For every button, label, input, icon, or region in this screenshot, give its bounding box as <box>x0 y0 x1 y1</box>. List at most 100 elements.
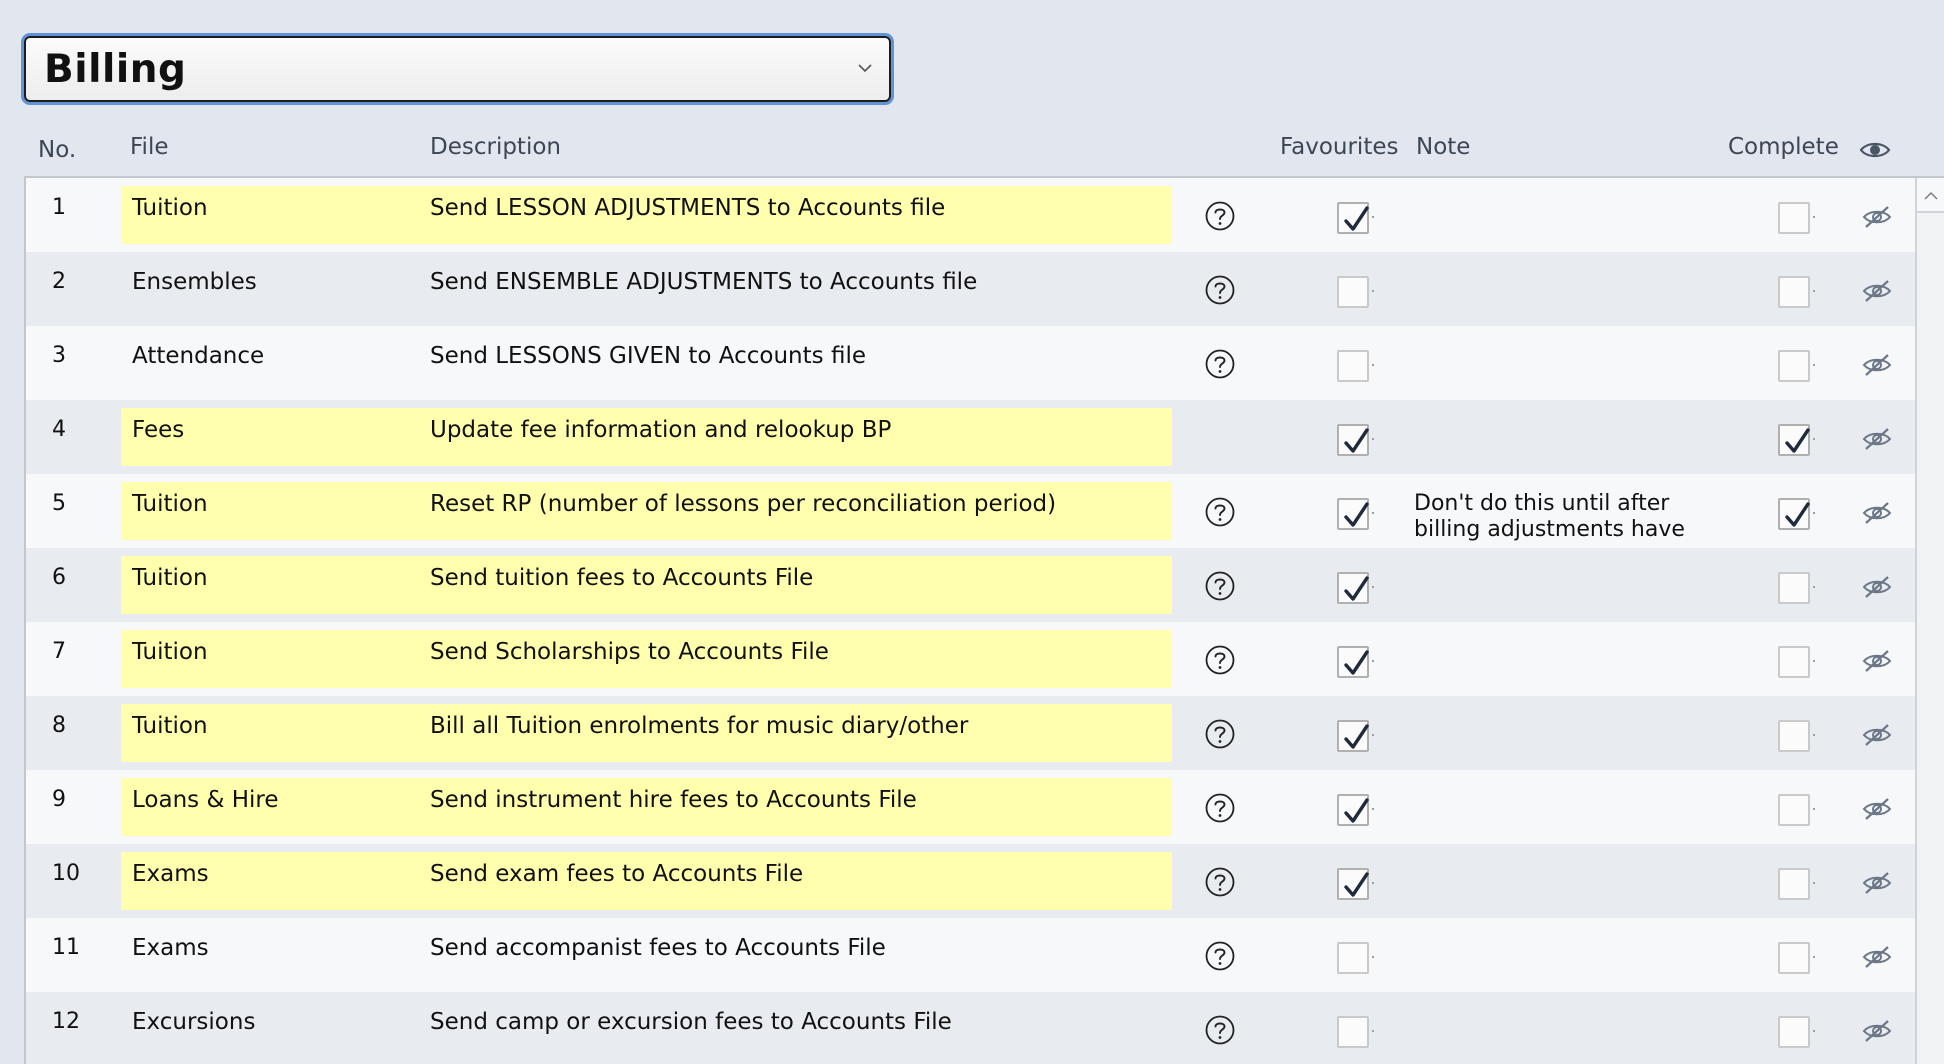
complete-checkbox[interactable] <box>1778 720 1810 752</box>
column-header-description[interactable]: Description <box>430 134 561 164</box>
complete-divider-dot <box>1813 1030 1815 1032</box>
favourite-divider-dot <box>1372 734 1374 736</box>
question-circle-icon[interactable] <box>1204 718 1236 750</box>
complete-divider-dot <box>1813 956 1815 958</box>
favourite-checkbox[interactable] <box>1337 646 1369 678</box>
favourite-checkbox[interactable] <box>1337 720 1369 752</box>
checkmark-icon <box>1785 502 1810 527</box>
favourite-divider-dot <box>1372 290 1374 292</box>
favourite-checkbox[interactable] <box>1337 942 1369 974</box>
eye-slash-icon[interactable] <box>1860 424 1894 454</box>
favourite-divider-dot <box>1372 1030 1374 1032</box>
complete-checkbox[interactable] <box>1778 350 1810 382</box>
row-note[interactable] <box>1414 343 1714 393</box>
column-header-no[interactable]: No. <box>38 137 76 167</box>
row-note[interactable] <box>1414 935 1714 985</box>
question-circle-icon[interactable] <box>1204 644 1236 676</box>
complete-checkbox[interactable] <box>1778 794 1810 826</box>
row-note[interactable] <box>1414 861 1714 911</box>
row-note[interactable] <box>1414 269 1714 319</box>
complete-checkbox[interactable] <box>1778 572 1810 604</box>
column-header-favourites[interactable]: Favourites <box>1280 134 1398 164</box>
task-table: 1 Tuition Send LESSON ADJUSTMENTS to Accou… <box>24 176 1944 1064</box>
table-row[interactable]: 12 Excursions Send camp or excursion fees … <box>26 992 1916 1064</box>
row-note[interactable] <box>1414 417 1714 467</box>
row-note[interactable] <box>1414 195 1714 245</box>
row-note[interactable] <box>1414 639 1714 689</box>
eye-slash-icon[interactable] <box>1860 276 1894 306</box>
table-row[interactable]: 6 Tuition Send tuition fees to Accounts Fi… <box>26 548 1916 622</box>
complete-checkbox[interactable] <box>1778 276 1810 308</box>
eye-slash-icon[interactable] <box>1860 498 1894 528</box>
eye-slash-icon[interactable] <box>1860 942 1894 972</box>
table-row[interactable]: 3 Attendance Send LESSONS GIVEN to Account… <box>26 326 1916 400</box>
row-file: Excursions <box>132 1009 256 1035</box>
table-row[interactable]: 2 Ensembles Send ENSEMBLE ADJUSTMENTS to A… <box>26 252 1916 326</box>
complete-divider-dot <box>1813 290 1815 292</box>
favourite-checkbox[interactable] <box>1337 276 1369 308</box>
eye-slash-icon[interactable] <box>1860 350 1894 380</box>
complete-checkbox[interactable] <box>1778 1016 1810 1048</box>
eye-slash-icon[interactable] <box>1860 868 1894 898</box>
row-note[interactable]: Don't do this until after billing adjust… <box>1414 491 1714 541</box>
eye-slash-icon[interactable] <box>1860 720 1894 750</box>
question-circle-icon[interactable] <box>1204 570 1236 602</box>
complete-checkbox[interactable] <box>1778 868 1810 900</box>
question-circle-icon[interactable] <box>1204 274 1236 306</box>
complete-checkbox[interactable] <box>1778 202 1810 234</box>
table-row[interactable]: 11 Exams Send accompanist fees to Accounts… <box>26 918 1916 992</box>
eye-slash-icon[interactable] <box>1860 646 1894 676</box>
question-circle-icon[interactable] <box>1204 1014 1236 1046</box>
eye-slash-icon[interactable] <box>1860 794 1894 824</box>
complete-checkbox[interactable] <box>1778 498 1810 530</box>
question-circle-icon[interactable] <box>1204 940 1236 972</box>
question-circle-icon[interactable] <box>1204 496 1236 528</box>
table-row[interactable]: 9 Loans & Hire Send instrument hire fees t… <box>26 770 1916 844</box>
row-note[interactable] <box>1414 787 1714 837</box>
table-row[interactable]: 1 Tuition Send LESSON ADJUSTMENTS to Accou… <box>26 178 1916 252</box>
table-row[interactable]: 10 Exams Send exam fees to Accounts File <box>26 844 1916 918</box>
table-row[interactable]: 4 Fees Update fee information and relookup… <box>26 400 1916 474</box>
category-select[interactable]: Billing <box>24 36 891 102</box>
complete-checkbox[interactable] <box>1778 942 1810 974</box>
row-note[interactable] <box>1414 1009 1714 1059</box>
favourite-divider-dot <box>1372 882 1374 884</box>
eye-icon[interactable] <box>1858 134 1892 166</box>
favourite-checkbox[interactable] <box>1337 868 1369 900</box>
question-circle-icon[interactable] <box>1204 792 1236 824</box>
caret-up-icon <box>1924 192 1938 200</box>
eye-slash-icon[interactable] <box>1860 1016 1894 1046</box>
column-header-note[interactable]: Note <box>1416 134 1470 164</box>
favourite-checkbox[interactable] <box>1337 794 1369 826</box>
complete-divider-dot <box>1813 586 1815 588</box>
row-file: Ensembles <box>132 269 257 295</box>
complete-divider-dot <box>1813 882 1815 884</box>
eye-slash-icon[interactable] <box>1860 572 1894 602</box>
row-description: Reset RP (number of lessons per reconcil… <box>430 491 1057 517</box>
table-row[interactable]: 7 Tuition Send Scholarships to Accounts Fi… <box>26 622 1916 696</box>
table-row[interactable]: 8 Tuition Bill all Tuition enrolments for … <box>26 696 1916 770</box>
table-row[interactable]: 5 Tuition Reset RP (number of lessons per … <box>26 474 1916 548</box>
row-note[interactable] <box>1414 565 1714 615</box>
task-rows: 1 Tuition Send LESSON ADJUSTMENTS to Accou… <box>26 178 1916 1064</box>
scroll-up-button[interactable] <box>1917 178 1944 213</box>
row-note[interactable] <box>1414 713 1714 763</box>
eye-slash-icon[interactable] <box>1860 202 1894 232</box>
complete-checkbox[interactable] <box>1778 646 1810 678</box>
column-header-file[interactable]: File <box>130 134 169 164</box>
favourite-checkbox[interactable] <box>1337 202 1369 234</box>
question-circle-icon[interactable] <box>1204 348 1236 380</box>
row-number: 12 <box>52 1009 80 1034</box>
favourite-checkbox[interactable] <box>1337 350 1369 382</box>
complete-checkbox[interactable] <box>1778 424 1810 456</box>
favourite-checkbox[interactable] <box>1337 498 1369 530</box>
question-circle-icon[interactable] <box>1204 200 1236 232</box>
favourite-checkbox[interactable] <box>1337 1016 1369 1048</box>
column-header-complete[interactable]: Complete <box>1728 134 1839 164</box>
row-description: Send camp or excursion fees to Accounts … <box>430 1009 952 1035</box>
question-circle-icon[interactable] <box>1204 866 1236 898</box>
favourite-checkbox[interactable] <box>1337 572 1369 604</box>
vertical-scrollbar[interactable] <box>1915 178 1944 1064</box>
row-number: 3 <box>52 343 66 368</box>
favourite-checkbox[interactable] <box>1337 424 1369 456</box>
